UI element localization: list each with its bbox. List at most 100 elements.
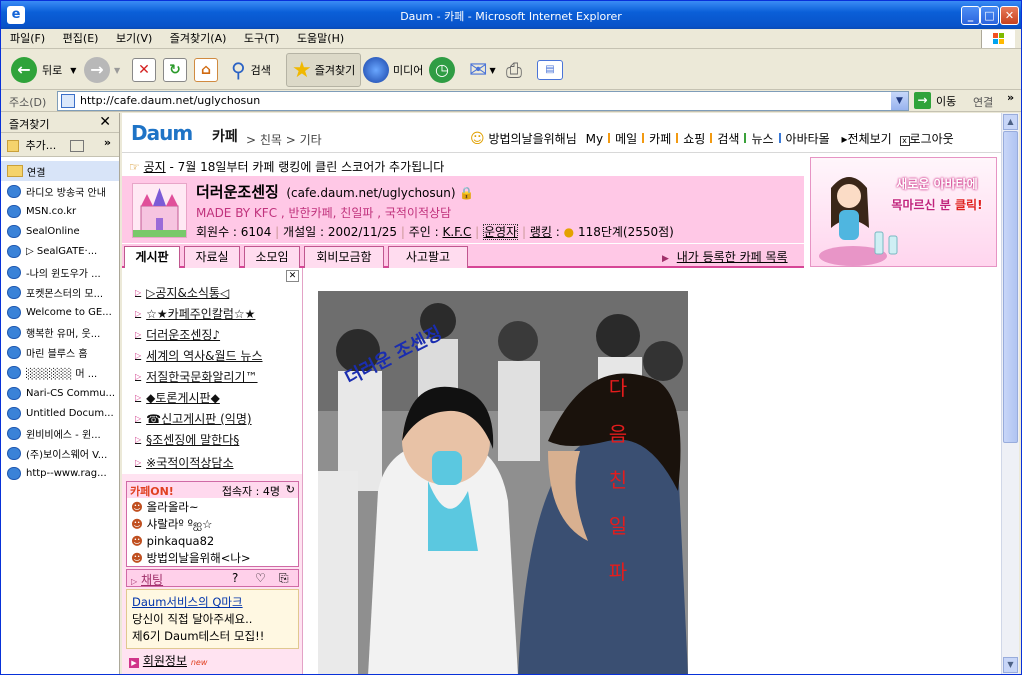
favorite-item[interactable]: (주)보이스웨어 V... (1, 444, 119, 464)
favorite-item[interactable]: 연결 (1, 161, 119, 182)
link-mail[interactable]: 메일 (615, 132, 637, 146)
minimize-button[interactable]: _ (961, 6, 980, 25)
menu-close-icon[interactable]: ✕ (286, 270, 299, 282)
board-link[interactable]: ▷ 세계의 역사&월드 뉴스 (122, 345, 302, 366)
add-favorite-button[interactable]: 추가... (26, 139, 57, 152)
tab-market[interactable]: 사고팔고 (388, 246, 468, 268)
tab-groups[interactable]: 소모임 (244, 246, 300, 268)
tab-library[interactable]: 자료실 (184, 246, 240, 268)
bulb-icon[interactable]: ♡ (255, 571, 266, 585)
menu-tools[interactable]: 도구(T) (237, 29, 287, 46)
favorite-item[interactable]: 행복한 유머, 웃... (1, 323, 119, 343)
link-my[interactable]: My (586, 132, 603, 146)
address-dropdown-icon[interactable]: ▼ (891, 92, 908, 110)
tab-board[interactable]: 게시판 (124, 246, 180, 268)
maximize-button[interactable]: □ (980, 6, 999, 25)
media-button[interactable]: 미디어 (363, 53, 423, 87)
board-link[interactable]: ▷ §조센징에 말한다§ (122, 429, 302, 450)
user-name[interactable]: 방법의날을위해님 (488, 132, 576, 146)
chat-link[interactable]: 채팅 (141, 573, 163, 587)
favorite-item[interactable]: Untitled Docum... (1, 403, 119, 423)
links-label[interactable]: 연결 (973, 94, 993, 110)
ranking-link[interactable]: 랭킹 (530, 225, 552, 239)
member-info[interactable]: ▶ 회원정보 new (129, 652, 207, 669)
board-link[interactable]: ▷ ◆토론게시판◆ (122, 387, 302, 408)
qmark-link[interactable]: Daum서비스의 Q마크 (132, 594, 293, 611)
cafe-title[interactable]: 카페 (212, 126, 238, 146)
notice-text[interactable]: - 7월 18일부터 카페 랭킹에 클린 스코어가 추가됩니다 (170, 160, 445, 174)
daum-logo[interactable]: Daum (131, 121, 193, 145)
chat-help[interactable]: ? (232, 571, 238, 585)
favorites-close-icon[interactable]: ✕ (99, 114, 111, 130)
home-icon: ⌂ (194, 58, 218, 82)
refresh-button[interactable]: ↻ (163, 53, 187, 87)
avatar-ad-banner[interactable]: 새로운 아바타에 목마르신 분 클릭! (810, 157, 997, 267)
home-button[interactable]: ⌂ (194, 53, 218, 87)
link-shopping[interactable]: 쇼핑 (683, 132, 705, 146)
online-user[interactable]: ☻ 방법의날을위해<나> (131, 550, 294, 567)
board-link[interactable]: ▷ ☎신고게시판 (익명) (122, 408, 302, 429)
scroll-up-icon[interactable]: ▲ (1003, 114, 1018, 130)
links-chevron-icon[interactable]: » (1007, 91, 1014, 104)
favorite-item[interactable]: Nari-CS Commu... (1, 383, 119, 403)
organize-icon[interactable] (69, 140, 84, 152)
link-cafe[interactable]: 카페 (649, 132, 671, 146)
address-input[interactable]: http://cafe.daum.net/uglychosun ▼ (57, 91, 909, 111)
print-button[interactable]: ⎙ (506, 53, 522, 87)
go-button[interactable]: → 이동 (914, 92, 956, 109)
save-icon[interactable]: ⎘ (279, 571, 289, 586)
board-link[interactable]: ▷ 더러운조센징♪ (122, 324, 302, 345)
favorite-item[interactable]: 포켓몬스터의 모... (1, 282, 119, 302)
my-cafes-link[interactable]: ▶ 내가 등록한 카페 목록 (662, 248, 788, 265)
board-link[interactable]: ▷ ☆★카페주인칼럼☆★ (122, 303, 302, 324)
owner-link[interactable]: K.F.C (442, 225, 471, 239)
favorite-item[interactable]: -나의 윈도우가 ... (1, 262, 119, 282)
stop-button[interactable]: ✕ (132, 53, 156, 87)
edit-button[interactable]: ▤ (537, 53, 563, 87)
favorites-chevron-icon[interactable]: » (104, 136, 111, 149)
menu-file[interactable]: 파일(F) (1, 29, 52, 46)
logout-link[interactable]: 로그아웃 (910, 132, 954, 146)
history-button[interactable]: ◷ (429, 53, 455, 87)
favorite-item[interactable]: Welcome to GE... (1, 302, 119, 322)
board-link[interactable]: ▷ 저질한국문화알리기™ (122, 366, 302, 387)
menu-favorites[interactable]: 즐겨찾기(A) (163, 29, 234, 46)
scroll-thumb[interactable] (1003, 131, 1018, 443)
promo-line2[interactable]: 제6기 Daum테스터 모집!! (132, 628, 293, 645)
link-news[interactable]: 뉴스 (751, 132, 773, 146)
link-search[interactable]: 검색 (717, 132, 739, 146)
scroll-down-icon[interactable]: ▼ (1003, 657, 1018, 673)
favorite-item[interactable]: ▷ SealGATE·... (1, 242, 119, 262)
favorites-button[interactable]: ★ 즐겨찾기 (286, 53, 362, 87)
favorite-item[interactable]: 마린 블루스 홈 (1, 343, 119, 363)
board-link[interactable]: ▷ ※국적이적상담소 (122, 450, 302, 474)
search-button[interactable]: ⚲ 검색 (231, 53, 271, 87)
favorite-item[interactable]: MSN.co.kr (1, 201, 119, 221)
link-avatarmall[interactable]: 아바타몰 (786, 132, 830, 146)
favorite-item[interactable]: SealOnline (1, 222, 119, 242)
board-link[interactable]: ▷ ▷공지&소식통◁ (122, 282, 302, 303)
promo-line1[interactable]: 당신이 직접 달아주세요.. (132, 611, 293, 628)
online-user[interactable]: ☻ 샤랄라º ºஐ☆ (131, 516, 294, 533)
favorite-item[interactable]: 윈비비에스 - 윈... (1, 423, 119, 443)
vertical-scrollbar[interactable]: ▲ ▼ (1001, 113, 1019, 674)
menu-view[interactable]: 보기(V) (109, 29, 159, 46)
close-button[interactable]: ✕ (1000, 6, 1019, 25)
online-user[interactable]: ☻ pinkaqua82 (131, 533, 294, 550)
cafe-name[interactable]: 더러운조센징 (196, 183, 279, 201)
tab-fees[interactable]: 회비모금함 (304, 246, 384, 268)
refresh-small-icon[interactable]: ↻ (286, 483, 295, 496)
favorite-item[interactable]: ░░░░░░ 머 ... (1, 363, 119, 383)
operators-link[interactable]: 운영자 (483, 224, 519, 240)
notice-label[interactable]: 공지 (144, 160, 166, 174)
breadcrumb[interactable]: > 친목 > 기타 (246, 131, 322, 148)
favorite-item[interactable]: 라디오 방송국 안내 (1, 181, 119, 201)
online-user[interactable]: ☻ 올라올라~ (131, 499, 294, 516)
menu-edit[interactable]: 편집(E) (56, 29, 106, 46)
mail-button[interactable]: ✉ ▼ (469, 53, 496, 87)
favorite-item[interactable]: http--www.rag... (1, 464, 119, 484)
menu-help[interactable]: 도움말(H) (290, 29, 351, 46)
view-all-link[interactable]: ▸전체보기 (842, 132, 892, 146)
back-button[interactable]: ← 뒤로 ▼ (11, 53, 76, 87)
forward-button[interactable]: → ▼ (84, 53, 120, 87)
